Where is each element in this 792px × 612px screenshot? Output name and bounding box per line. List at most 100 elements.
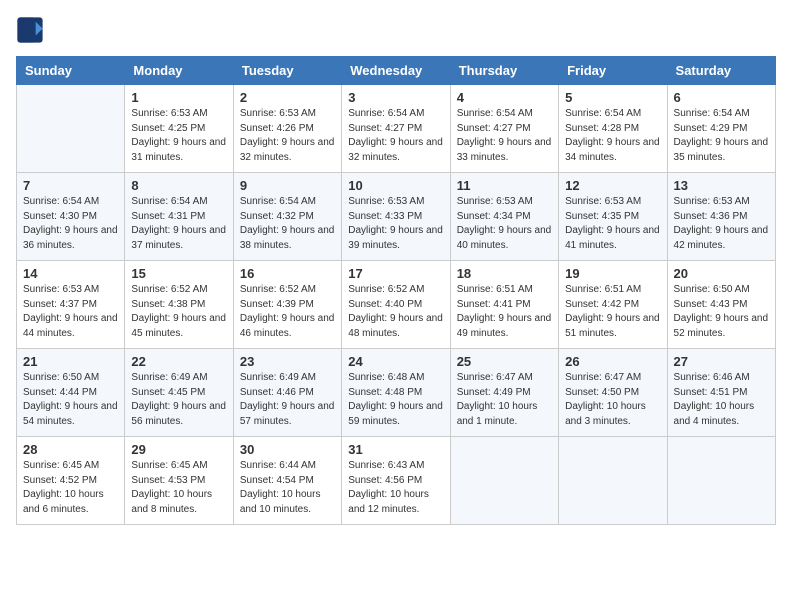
weekday-header-friday: Friday [559, 57, 667, 85]
day-number: 3 [348, 90, 443, 105]
calendar-cell: 3 Sunrise: 6:54 AM Sunset: 4:27 PM Dayli… [342, 85, 450, 173]
sunrise-text: Sunrise: 6:54 AM [131, 196, 207, 207]
daylight-text: Daylight: 9 hours and 52 minutes. [674, 313, 769, 339]
sunset-text: Sunset: 4:54 PM [240, 475, 314, 486]
sunset-text: Sunset: 4:26 PM [240, 123, 314, 134]
weekday-header-sunday: Sunday [17, 57, 125, 85]
weekday-header-tuesday: Tuesday [233, 57, 341, 85]
daylight-text: Daylight: 10 hours and 4 minutes. [674, 401, 755, 427]
sunset-text: Sunset: 4:39 PM [240, 299, 314, 310]
calendar-week-row: 7 Sunrise: 6:54 AM Sunset: 4:30 PM Dayli… [17, 173, 776, 261]
daylight-text: Daylight: 9 hours and 44 minutes. [23, 313, 118, 339]
daylight-text: Daylight: 9 hours and 39 minutes. [348, 225, 443, 251]
sunset-text: Sunset: 4:33 PM [348, 211, 422, 222]
page-header [16, 16, 776, 44]
sunset-text: Sunset: 4:25 PM [131, 123, 205, 134]
daylight-text: Daylight: 10 hours and 3 minutes. [565, 401, 646, 427]
day-number: 1 [131, 90, 226, 105]
cell-info: Sunrise: 6:51 AM Sunset: 4:42 PM Dayligh… [565, 283, 660, 341]
calendar-cell: 11 Sunrise: 6:53 AM Sunset: 4:34 PM Dayl… [450, 173, 558, 261]
sunrise-text: Sunrise: 6:54 AM [23, 196, 99, 207]
day-number: 9 [240, 178, 335, 193]
calendar-cell: 13 Sunrise: 6:53 AM Sunset: 4:36 PM Dayl… [667, 173, 775, 261]
cell-info: Sunrise: 6:53 AM Sunset: 4:35 PM Dayligh… [565, 195, 660, 253]
calendar-cell: 31 Sunrise: 6:43 AM Sunset: 4:56 PM Dayl… [342, 437, 450, 525]
calendar-week-row: 28 Sunrise: 6:45 AM Sunset: 4:52 PM Dayl… [17, 437, 776, 525]
cell-info: Sunrise: 6:54 AM Sunset: 4:29 PM Dayligh… [674, 107, 769, 165]
day-number: 14 [23, 266, 118, 281]
day-number: 19 [565, 266, 660, 281]
daylight-text: Daylight: 9 hours and 48 minutes. [348, 313, 443, 339]
day-number: 25 [457, 354, 552, 369]
cell-info: Sunrise: 6:45 AM Sunset: 4:53 PM Dayligh… [131, 459, 226, 517]
sunrise-text: Sunrise: 6:53 AM [131, 108, 207, 119]
calendar-cell: 14 Sunrise: 6:53 AM Sunset: 4:37 PM Dayl… [17, 261, 125, 349]
sunset-text: Sunset: 4:40 PM [348, 299, 422, 310]
cell-info: Sunrise: 6:54 AM Sunset: 4:32 PM Dayligh… [240, 195, 335, 253]
daylight-text: Daylight: 9 hours and 54 minutes. [23, 401, 118, 427]
daylight-text: Daylight: 9 hours and 51 minutes. [565, 313, 660, 339]
day-number: 6 [674, 90, 769, 105]
sunrise-text: Sunrise: 6:45 AM [23, 460, 99, 471]
sunset-text: Sunset: 4:50 PM [565, 387, 639, 398]
day-number: 20 [674, 266, 769, 281]
calendar-cell: 2 Sunrise: 6:53 AM Sunset: 4:26 PM Dayli… [233, 85, 341, 173]
calendar-cell: 10 Sunrise: 6:53 AM Sunset: 4:33 PM Dayl… [342, 173, 450, 261]
sunset-text: Sunset: 4:27 PM [457, 123, 531, 134]
day-number: 21 [23, 354, 118, 369]
day-number: 4 [457, 90, 552, 105]
daylight-text: Daylight: 9 hours and 59 minutes. [348, 401, 443, 427]
day-number: 22 [131, 354, 226, 369]
sunrise-text: Sunrise: 6:47 AM [457, 372, 533, 383]
sunset-text: Sunset: 4:28 PM [565, 123, 639, 134]
cell-info: Sunrise: 6:49 AM Sunset: 4:46 PM Dayligh… [240, 371, 335, 429]
sunrise-text: Sunrise: 6:53 AM [240, 108, 316, 119]
sunrise-text: Sunrise: 6:52 AM [348, 284, 424, 295]
cell-info: Sunrise: 6:50 AM Sunset: 4:43 PM Dayligh… [674, 283, 769, 341]
cell-info: Sunrise: 6:54 AM Sunset: 4:27 PM Dayligh… [457, 107, 552, 165]
cell-info: Sunrise: 6:52 AM Sunset: 4:39 PM Dayligh… [240, 283, 335, 341]
calendar-cell: 8 Sunrise: 6:54 AM Sunset: 4:31 PM Dayli… [125, 173, 233, 261]
day-number: 11 [457, 178, 552, 193]
sunrise-text: Sunrise: 6:49 AM [131, 372, 207, 383]
day-number: 24 [348, 354, 443, 369]
cell-info: Sunrise: 6:53 AM Sunset: 4:34 PM Dayligh… [457, 195, 552, 253]
calendar-table: SundayMondayTuesdayWednesdayThursdayFrid… [16, 56, 776, 525]
cell-info: Sunrise: 6:54 AM Sunset: 4:27 PM Dayligh… [348, 107, 443, 165]
sunrise-text: Sunrise: 6:48 AM [348, 372, 424, 383]
calendar-week-row: 21 Sunrise: 6:50 AM Sunset: 4:44 PM Dayl… [17, 349, 776, 437]
sunrise-text: Sunrise: 6:53 AM [348, 196, 424, 207]
calendar-cell: 12 Sunrise: 6:53 AM Sunset: 4:35 PM Dayl… [559, 173, 667, 261]
sunset-text: Sunset: 4:29 PM [674, 123, 748, 134]
day-number: 31 [348, 442, 443, 457]
daylight-text: Daylight: 9 hours and 57 minutes. [240, 401, 335, 427]
daylight-text: Daylight: 10 hours and 10 minutes. [240, 489, 321, 515]
daylight-text: Daylight: 10 hours and 1 minute. [457, 401, 538, 427]
cell-info: Sunrise: 6:53 AM Sunset: 4:37 PM Dayligh… [23, 283, 118, 341]
sunrise-text: Sunrise: 6:50 AM [674, 284, 750, 295]
cell-info: Sunrise: 6:54 AM Sunset: 4:30 PM Dayligh… [23, 195, 118, 253]
calendar-cell: 26 Sunrise: 6:47 AM Sunset: 4:50 PM Dayl… [559, 349, 667, 437]
weekday-header-saturday: Saturday [667, 57, 775, 85]
calendar-cell: 1 Sunrise: 6:53 AM Sunset: 4:25 PM Dayli… [125, 85, 233, 173]
calendar-cell: 15 Sunrise: 6:52 AM Sunset: 4:38 PM Dayl… [125, 261, 233, 349]
calendar-cell: 4 Sunrise: 6:54 AM Sunset: 4:27 PM Dayli… [450, 85, 558, 173]
calendar-cell: 9 Sunrise: 6:54 AM Sunset: 4:32 PM Dayli… [233, 173, 341, 261]
sunrise-text: Sunrise: 6:47 AM [565, 372, 641, 383]
sunset-text: Sunset: 4:44 PM [23, 387, 97, 398]
cell-info: Sunrise: 6:49 AM Sunset: 4:45 PM Dayligh… [131, 371, 226, 429]
sunset-text: Sunset: 4:32 PM [240, 211, 314, 222]
daylight-text: Daylight: 9 hours and 45 minutes. [131, 313, 226, 339]
cell-info: Sunrise: 6:47 AM Sunset: 4:50 PM Dayligh… [565, 371, 660, 429]
calendar-cell [559, 437, 667, 525]
day-number: 23 [240, 354, 335, 369]
calendar-week-row: 1 Sunrise: 6:53 AM Sunset: 4:25 PM Dayli… [17, 85, 776, 173]
sunrise-text: Sunrise: 6:51 AM [565, 284, 641, 295]
daylight-text: Daylight: 10 hours and 6 minutes. [23, 489, 104, 515]
sunrise-text: Sunrise: 6:51 AM [457, 284, 533, 295]
sunset-text: Sunset: 4:31 PM [131, 211, 205, 222]
cell-info: Sunrise: 6:53 AM Sunset: 4:36 PM Dayligh… [674, 195, 769, 253]
sunrise-text: Sunrise: 6:53 AM [565, 196, 641, 207]
sunset-text: Sunset: 4:51 PM [674, 387, 748, 398]
day-number: 28 [23, 442, 118, 457]
